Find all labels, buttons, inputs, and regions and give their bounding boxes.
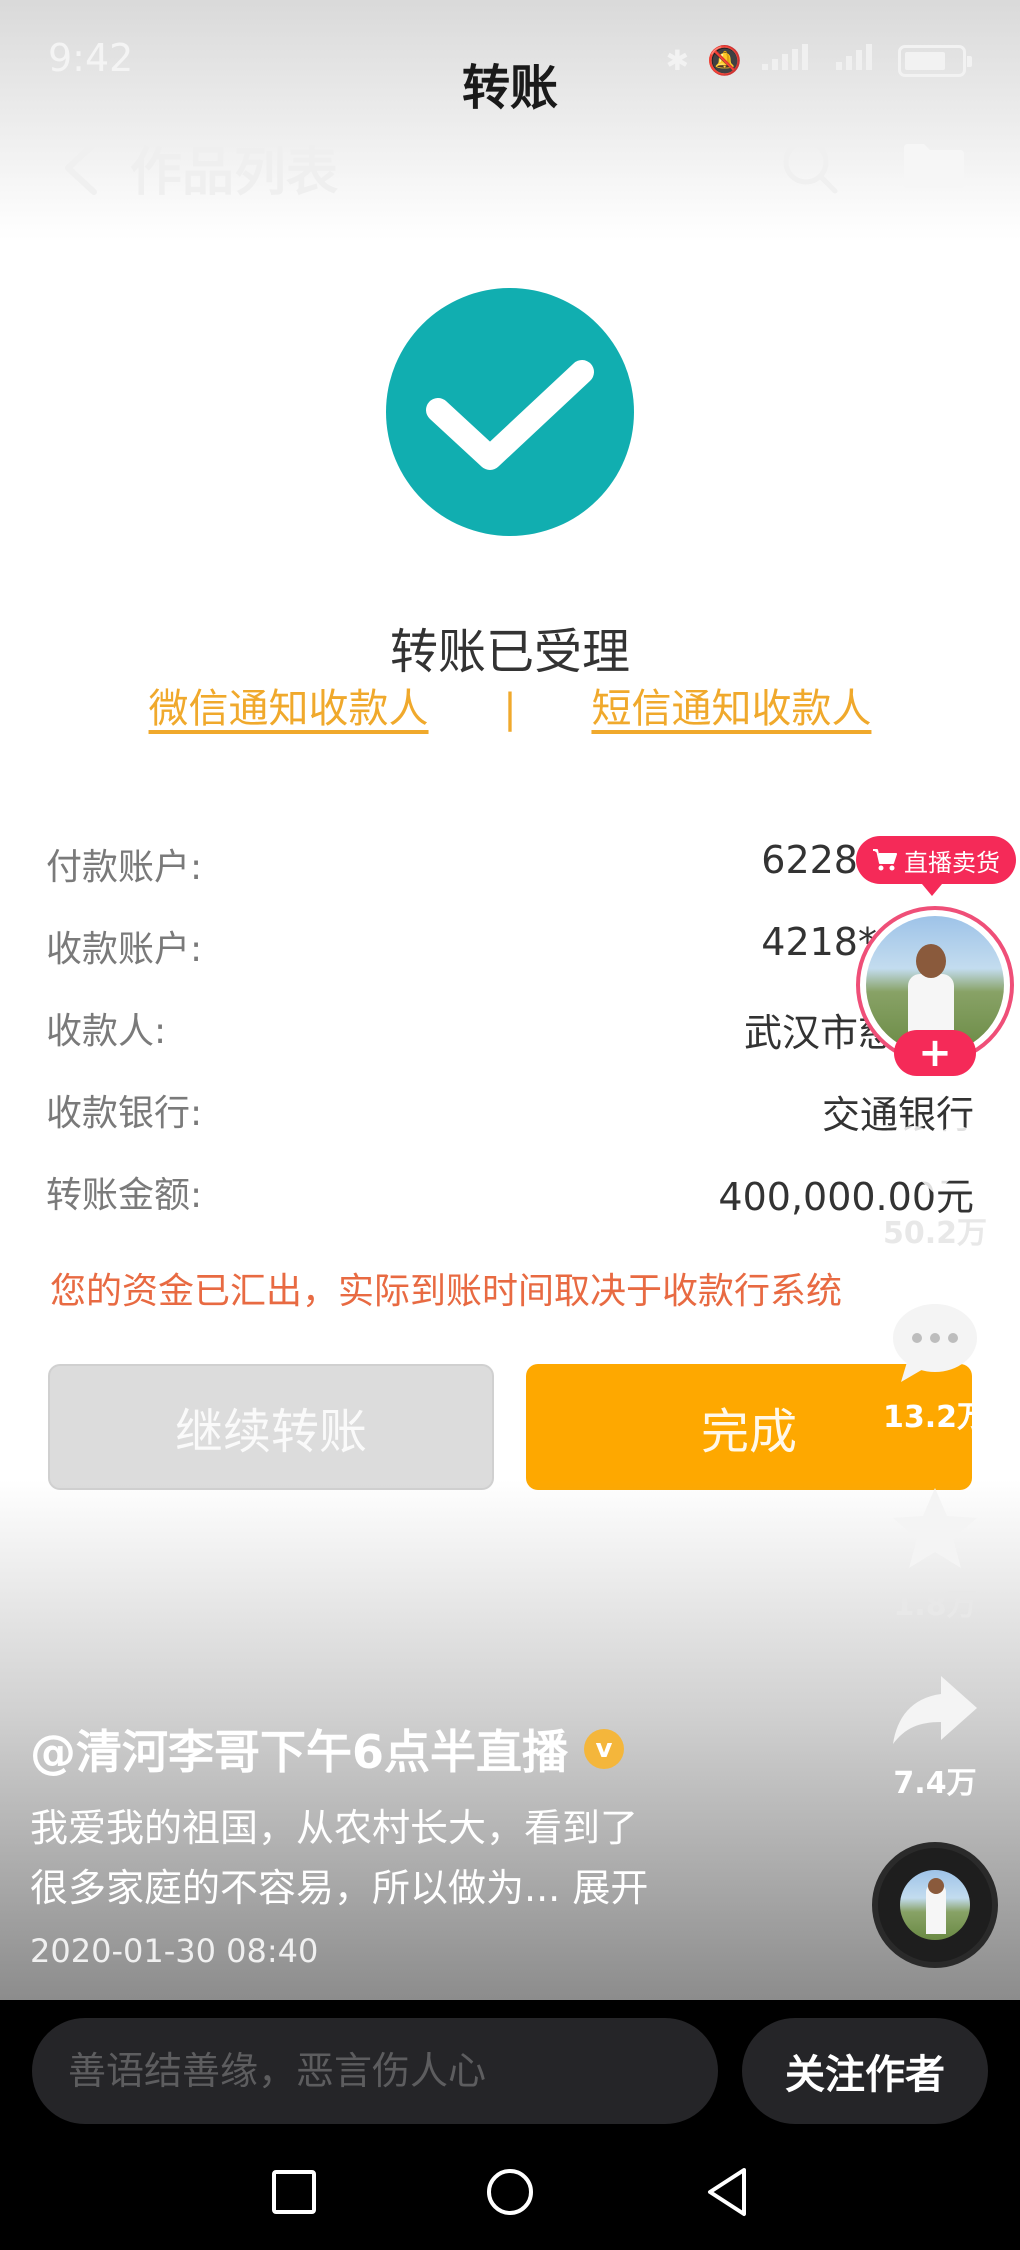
success-title: 转账已受理 bbox=[389, 624, 630, 680]
detail-row-amount: 转账金额: 400,000.00元 bbox=[46, 1166, 974, 1226]
back-nav-icon[interactable] bbox=[700, 2164, 756, 2220]
works-list-title: 作品列表 bbox=[130, 143, 339, 203]
share-action[interactable]: 7.4万 bbox=[870, 1670, 1000, 1802]
detail-row-payee: 收款人: 武汉市慈善 bbox=[46, 1002, 974, 1062]
detail-label: 收款银行: bbox=[46, 1093, 203, 1134]
notify-row: 微信通知收款人 | 短信通知收款人 bbox=[0, 676, 1020, 734]
comment-input[interactable] bbox=[32, 2018, 718, 2124]
detail-label: 收款人: bbox=[46, 1011, 167, 1052]
screen: 9:42 ✱ 🔕 转账 作品列表 转账已受理 微信通知收款人 | 短信通知收款人… bbox=[0, 0, 1020, 2250]
detail-label: 转账金额: bbox=[46, 1175, 203, 1216]
description-line: 很多家庭的不容易，所以做为... 展开 bbox=[30, 1866, 649, 1910]
share-count: 7.4万 bbox=[893, 1766, 977, 1801]
favorite-count: 1.8万 bbox=[893, 1588, 977, 1623]
search-icon[interactable] bbox=[780, 136, 840, 196]
follow-author-button[interactable]: 关注作者 bbox=[742, 2018, 988, 2124]
home-icon[interactable] bbox=[482, 2164, 538, 2220]
notify-wechat-link[interactable]: 微信通知收款人 bbox=[149, 686, 429, 732]
notify-sms-link[interactable]: 短信通知收款人 bbox=[591, 686, 871, 732]
music-disc-icon[interactable] bbox=[872, 1842, 998, 1968]
post-timestamp: 2020-01-30 08:40 bbox=[30, 1932, 319, 1970]
heart-icon bbox=[892, 1126, 978, 1194]
folder-icon[interactable] bbox=[900, 140, 968, 190]
success-check-icon bbox=[386, 288, 634, 536]
favorite-action[interactable]: 1.8万 bbox=[870, 1486, 1000, 1624]
funds-notice: 您的资金已汇出，实际到账时间取决于收款行系统 bbox=[50, 1271, 843, 1312]
avatar-person bbox=[908, 944, 954, 1044]
transfer-page-title: 转账 bbox=[461, 60, 558, 116]
detail-label: 收款账户: bbox=[46, 929, 203, 970]
like-action[interactable]: 50.2万 bbox=[870, 1120, 1000, 1252]
follow-plus-button[interactable]: + bbox=[894, 1030, 976, 1076]
cart-icon bbox=[873, 849, 897, 871]
like-count: 50.2万 bbox=[882, 1216, 988, 1251]
video-description[interactable]: 我爱我的祖国，从农村长大，看到了 很多家庭的不容易，所以做为... 展开 bbox=[30, 1798, 750, 1918]
back-arrow-icon[interactable] bbox=[58, 140, 106, 196]
detail-row-payer-account: 付款账户: 6228**** bbox=[46, 838, 974, 898]
live-badge-label: 直播卖货 bbox=[904, 848, 1000, 877]
comment-icon bbox=[893, 1304, 977, 1382]
verified-badge-icon: v bbox=[584, 1729, 625, 1769]
continue-transfer-button[interactable]: 继续转账 bbox=[48, 1364, 494, 1490]
comment-count: 13.2万 bbox=[882, 1400, 988, 1435]
share-icon bbox=[893, 1676, 977, 1744]
comment-action[interactable]: 13.2万 bbox=[870, 1300, 1000, 1436]
live-selling-badge[interactable]: 直播卖货 bbox=[856, 836, 1016, 896]
detail-label: 付款账户: bbox=[46, 847, 203, 888]
author-name[interactable]: @清河李哥下午6点半直播 bbox=[30, 1716, 568, 1782]
detail-row-bank: 收款银行: 交通银行 bbox=[46, 1084, 974, 1144]
notify-separator: | bbox=[503, 686, 517, 732]
star-icon bbox=[893, 1488, 977, 1568]
description-line: 我爱我的祖国，从农村长大，看到了 bbox=[30, 1806, 639, 1850]
detail-row-payee-account: 收款账户: 4218**** bbox=[46, 920, 974, 980]
author-handle[interactable]: @清河李哥下午6点半直播 v bbox=[30, 1716, 625, 1782]
recent-apps-icon[interactable] bbox=[266, 2164, 322, 2220]
